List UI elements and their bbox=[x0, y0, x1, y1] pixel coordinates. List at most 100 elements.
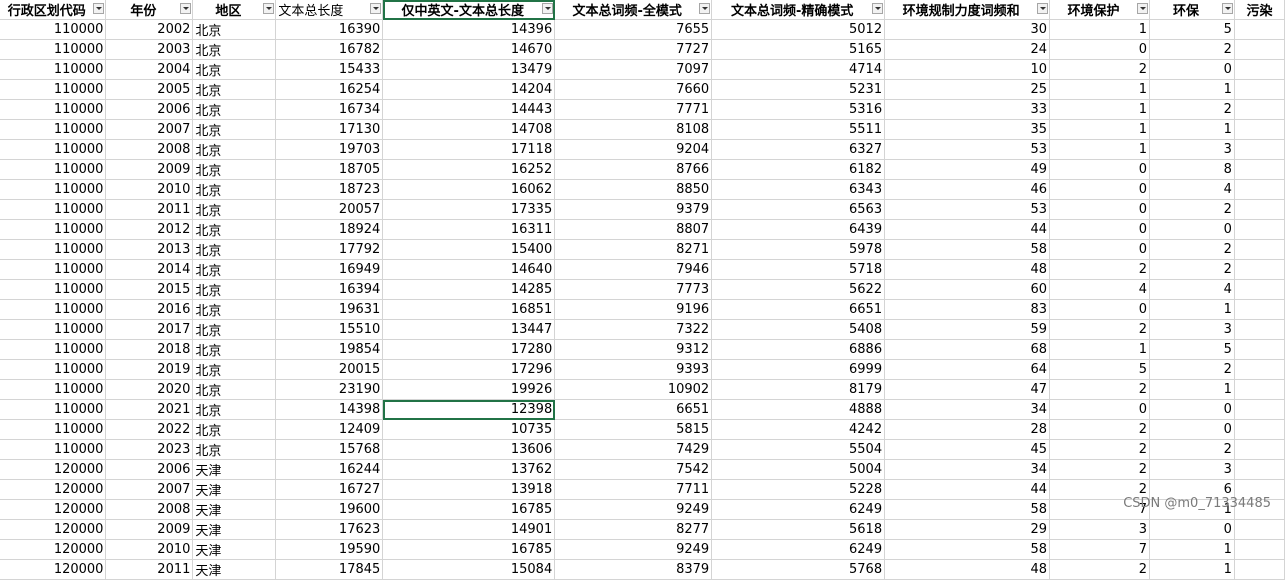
region-code-cell[interactable]: 110000 bbox=[0, 199, 107, 220]
word-freq-full-cell[interactable]: 8108 bbox=[554, 119, 713, 140]
env-protection-cell[interactable]: 1 bbox=[1049, 139, 1151, 160]
region-code-cell[interactable]: 110000 bbox=[0, 419, 107, 440]
text-length-cell[interactable]: 16254 bbox=[275, 79, 384, 100]
word-freq-full-cell[interactable]: 7727 bbox=[554, 39, 713, 60]
word-freq-precise-cell[interactable]: 6182 bbox=[711, 159, 886, 180]
region-cell[interactable]: 北京 bbox=[192, 159, 277, 180]
word-freq-full-cell[interactable]: 8271 bbox=[554, 239, 713, 260]
word-freq-full-cell[interactable]: 10902 bbox=[554, 379, 713, 400]
env-regulation-freq-cell[interactable]: 53 bbox=[884, 199, 1051, 220]
word-freq-precise-cell[interactable]: 5231 bbox=[711, 79, 886, 100]
region-code-cell[interactable]: 110000 bbox=[0, 19, 107, 40]
region-code-cell[interactable]: 110000 bbox=[0, 239, 107, 260]
env-protection-cell[interactable]: 2 bbox=[1049, 379, 1151, 400]
year-cell[interactable]: 2015 bbox=[105, 279, 194, 300]
eco-cell[interactable]: 1 bbox=[1149, 79, 1235, 100]
pollution-cell[interactable] bbox=[1234, 399, 1285, 420]
env-regulation-freq-cell[interactable]: 45 bbox=[884, 439, 1051, 460]
word-freq-precise-cell[interactable]: 6999 bbox=[711, 359, 886, 380]
region-cell[interactable]: 北京 bbox=[192, 379, 277, 400]
word-freq-precise-cell[interactable]: 6563 bbox=[711, 199, 886, 220]
pollution-cell[interactable] bbox=[1234, 119, 1285, 140]
env-protection-cell[interactable]: 2 bbox=[1049, 259, 1151, 280]
text-length-cell[interactable]: 18705 bbox=[275, 159, 384, 180]
column-header-region-code[interactable]: 行政区划代码 bbox=[0, 0, 107, 20]
region-code-cell[interactable]: 110000 bbox=[0, 299, 107, 320]
env-regulation-freq-cell[interactable]: 28 bbox=[884, 419, 1051, 440]
cn-en-text-length-cell[interactable]: 16252 bbox=[382, 159, 556, 180]
env-protection-cell[interactable]: 2 bbox=[1049, 559, 1151, 580]
region-code-cell[interactable]: 110000 bbox=[0, 319, 107, 340]
text-length-cell[interactable]: 17623 bbox=[275, 519, 384, 540]
word-freq-full-cell[interactable]: 7429 bbox=[554, 439, 713, 460]
eco-cell[interactable]: 3 bbox=[1149, 139, 1235, 160]
env-protection-cell[interactable]: 2 bbox=[1049, 459, 1151, 480]
column-header-cn-en-text-length[interactable]: 仅中英文-文本总长度 bbox=[382, 0, 556, 20]
text-length-cell[interactable]: 17845 bbox=[275, 559, 384, 580]
word-freq-precise-cell[interactable]: 5622 bbox=[711, 279, 886, 300]
year-cell[interactable]: 2023 bbox=[105, 439, 194, 460]
word-freq-precise-cell[interactable]: 6249 bbox=[711, 539, 886, 560]
column-header-text-length[interactable]: 文本总长度 bbox=[275, 0, 384, 20]
year-cell[interactable]: 2021 bbox=[105, 399, 194, 420]
column-header-word-freq-precise[interactable]: 文本总词频-精确模式 bbox=[711, 0, 886, 20]
cn-en-text-length-cell[interactable]: 13918 bbox=[382, 479, 556, 500]
eco-cell[interactable]: 3 bbox=[1149, 319, 1235, 340]
region-code-cell[interactable]: 110000 bbox=[0, 39, 107, 60]
env-regulation-freq-cell[interactable]: 29 bbox=[884, 519, 1051, 540]
region-code-cell[interactable]: 110000 bbox=[0, 219, 107, 240]
eco-cell[interactable]: 2 bbox=[1149, 199, 1235, 220]
pollution-cell[interactable] bbox=[1234, 19, 1285, 40]
year-cell[interactable]: 2007 bbox=[105, 119, 194, 140]
env-regulation-freq-cell[interactable]: 24 bbox=[884, 39, 1051, 60]
env-protection-cell[interactable]: 0 bbox=[1049, 179, 1151, 200]
env-regulation-freq-cell[interactable]: 64 bbox=[884, 359, 1051, 380]
word-freq-full-cell[interactable]: 9204 bbox=[554, 139, 713, 160]
word-freq-full-cell[interactable]: 7542 bbox=[554, 459, 713, 480]
eco-cell[interactable]: 2 bbox=[1149, 259, 1235, 280]
word-freq-full-cell[interactable]: 9393 bbox=[554, 359, 713, 380]
pollution-cell[interactable] bbox=[1234, 59, 1285, 80]
region-cell[interactable]: 北京 bbox=[192, 359, 277, 380]
env-regulation-freq-cell[interactable]: 25 bbox=[884, 79, 1051, 100]
word-freq-precise-cell[interactable]: 5165 bbox=[711, 39, 886, 60]
cn-en-text-length-cell[interactable]: 16062 bbox=[382, 179, 556, 200]
pollution-cell[interactable] bbox=[1234, 219, 1285, 240]
eco-cell[interactable]: 0 bbox=[1149, 419, 1235, 440]
pollution-cell[interactable] bbox=[1234, 359, 1285, 380]
pollution-cell[interactable] bbox=[1234, 299, 1285, 320]
year-cell[interactable]: 2009 bbox=[105, 159, 194, 180]
env-protection-cell[interactable]: 0 bbox=[1049, 219, 1151, 240]
eco-cell[interactable]: 2 bbox=[1149, 439, 1235, 460]
eco-cell[interactable]: 1 bbox=[1149, 119, 1235, 140]
text-length-cell[interactable]: 20057 bbox=[275, 199, 384, 220]
filter-dropdown-icon[interactable] bbox=[263, 3, 275, 14]
text-length-cell[interactable]: 15768 bbox=[275, 439, 384, 460]
region-cell[interactable]: 天津 bbox=[192, 559, 277, 580]
region-code-cell[interactable]: 110000 bbox=[0, 399, 107, 420]
text-length-cell[interactable]: 15433 bbox=[275, 59, 384, 80]
region-code-cell[interactable]: 110000 bbox=[0, 99, 107, 120]
env-regulation-freq-cell[interactable]: 44 bbox=[884, 219, 1051, 240]
pollution-cell[interactable] bbox=[1234, 339, 1285, 360]
region-cell[interactable]: 北京 bbox=[192, 119, 277, 140]
env-protection-cell[interactable]: 1 bbox=[1049, 99, 1151, 120]
word-freq-precise-cell[interactable]: 6886 bbox=[711, 339, 886, 360]
column-header-word-freq-full[interactable]: 文本总词频-全模式 bbox=[554, 0, 713, 20]
region-cell[interactable]: 北京 bbox=[192, 179, 277, 200]
word-freq-full-cell[interactable]: 9312 bbox=[554, 339, 713, 360]
text-length-cell[interactable]: 16727 bbox=[275, 479, 384, 500]
pollution-cell[interactable] bbox=[1234, 39, 1285, 60]
env-protection-cell[interactable]: 7 bbox=[1049, 539, 1151, 560]
region-code-cell[interactable]: 120000 bbox=[0, 499, 107, 520]
year-cell[interactable]: 2011 bbox=[105, 199, 194, 220]
pollution-cell[interactable] bbox=[1234, 139, 1285, 160]
text-length-cell[interactable]: 19854 bbox=[275, 339, 384, 360]
cn-en-text-length-cell[interactable]: 13762 bbox=[382, 459, 556, 480]
cn-en-text-length-cell[interactable]: 14443 bbox=[382, 99, 556, 120]
cn-en-text-length-cell[interactable]: 17280 bbox=[382, 339, 556, 360]
env-protection-cell[interactable]: 2 bbox=[1049, 319, 1151, 340]
year-cell[interactable]: 2013 bbox=[105, 239, 194, 260]
text-length-cell[interactable]: 16782 bbox=[275, 39, 384, 60]
pollution-cell[interactable] bbox=[1234, 379, 1285, 400]
